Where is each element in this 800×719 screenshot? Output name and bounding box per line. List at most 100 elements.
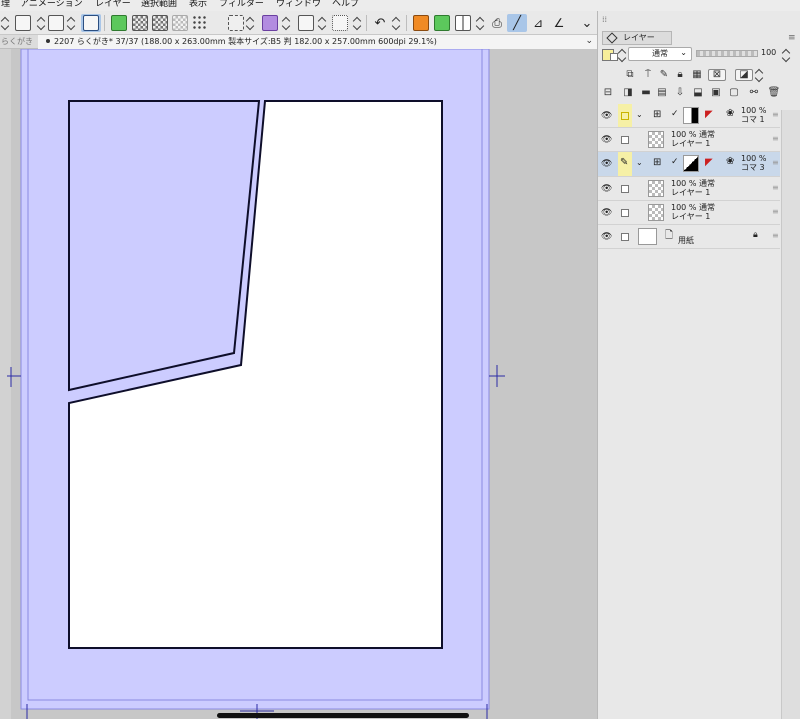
eye-icon[interactable]: 👁︎ (601, 184, 612, 194)
marquee-icon[interactable] (227, 14, 245, 32)
eye-icon[interactable]: 👁︎ (601, 208, 612, 218)
select-invert-icon[interactable] (150, 14, 170, 32)
panel-grip-icon[interactable]: ⁞⁞ (602, 15, 607, 24)
home-indicator[interactable] (217, 713, 469, 718)
lock-layer-icon[interactable]: 🔒︎ (674, 69, 686, 81)
lock-toggle[interactable] (621, 209, 629, 217)
panel-scrollbar[interactable] (781, 110, 800, 719)
layer-name: レイヤー 1 (671, 212, 711, 221)
crop-stepper[interactable] (317, 14, 326, 32)
crop-icon[interactable] (297, 14, 315, 32)
transform-icon[interactable] (331, 14, 349, 32)
lock-toggle[interactable] (621, 233, 629, 241)
menu-selection[interactable]: 選択範囲 (141, 0, 177, 10)
drag-handle-icon[interactable]: ≡ (772, 134, 779, 143)
opacity-slider[interactable] (696, 50, 758, 57)
manga-page[interactable] (0, 49, 597, 719)
transfer-down-icon[interactable]: ⇩ (674, 87, 686, 99)
transform-stepper[interactable] (352, 14, 361, 32)
eye-icon[interactable]: 👁︎ (601, 111, 612, 121)
color-stepper[interactable] (618, 47, 626, 63)
color-stepper[interactable] (281, 14, 290, 32)
blend-mode-select[interactable]: 通常 ⌄ (628, 47, 692, 61)
expand-icon[interactable]: ⌄ (578, 14, 596, 32)
eye-icon[interactable]: 👁︎ (601, 159, 612, 169)
menu-help[interactable]: ヘルプ (332, 0, 359, 10)
menu-filter[interactable]: フィルター (219, 0, 264, 10)
chevron-down-icon[interactable]: ⌄ (636, 158, 643, 167)
pen-snap-icon[interactable]: ╱ (507, 14, 527, 32)
rotate-stepper[interactable] (36, 14, 45, 32)
layer-row[interactable]: 👁︎ 100 % 通常 レイヤー 1 ≡ (598, 201, 780, 225)
menu-view[interactable]: 表示 (189, 0, 207, 10)
new-frame-folder-icon[interactable]: ▤ (656, 87, 668, 99)
layer-orange-icon[interactable] (411, 14, 431, 32)
new-raster-layer-icon[interactable]: ⊟ (602, 87, 614, 99)
grid-dots-icon[interactable] (191, 14, 209, 32)
lock-toggle[interactable] (621, 136, 629, 144)
drag-handle-icon[interactable]: ≡ (772, 183, 779, 192)
layer-row-selected[interactable]: 👁︎ ✎ ⌄ ⊞ ✓ ◤ ❀ 100 % コマ 3 ≡ (598, 152, 780, 177)
tab-active-label: 2207 らくがき* 37/37 (188.00 x 263.00mm 製本サイ… (54, 37, 437, 46)
ruler-icon[interactable]: ⊿ (528, 14, 548, 32)
menu-layer[interactable]: レイヤー (95, 0, 131, 10)
menu-window[interactable]: ウィンドウ (276, 0, 321, 10)
drag-handle-icon[interactable]: ≡ (772, 207, 779, 216)
panel-menu-icon[interactable]: ≡ (788, 33, 796, 43)
ruler-layer-icon[interactable]: ◪ (735, 69, 753, 81)
new-vector-layer-icon[interactable]: ◨ (622, 87, 634, 99)
layer-row[interactable]: 👁︎ 100 % 通常 レイヤー 1 ≡ (598, 128, 780, 152)
eye-icon[interactable]: 👁︎ (601, 135, 612, 145)
lock-toggle[interactable] (621, 185, 629, 193)
opacity-stepper[interactable] (782, 47, 790, 63)
select-all-icon[interactable] (130, 14, 150, 32)
drag-handle-icon[interactable]: ≡ (772, 231, 779, 240)
chevron-down-icon[interactable]: ⌄ (585, 36, 593, 46)
fullscreen-icon[interactable] (81, 14, 101, 32)
mask-icon[interactable]: ⊠ (708, 69, 726, 81)
menu-processing[interactable]: 理 (1, 0, 10, 10)
undo-stepper[interactable] (391, 14, 400, 32)
link-layer-icon[interactable]: ⚯ (748, 87, 760, 99)
trash-icon[interactable]: 🗑︎ (768, 87, 781, 99)
deselect-icon[interactable] (170, 14, 190, 32)
layer-row[interactable]: 👁︎ 🗋︎ 用紙 🔒︎ ≡ (598, 225, 780, 249)
zoom-stepper[interactable] (0, 14, 9, 32)
marquee-stepper[interactable] (245, 14, 254, 32)
color-select-icon[interactable] (261, 14, 279, 32)
paste-layer-icon[interactable] (109, 14, 129, 32)
new-folder-icon[interactable]: ▬ (640, 87, 652, 99)
lock-transparency-icon[interactable]: ▦ (691, 69, 703, 81)
menu-animation[interactable]: アニメーション (20, 0, 83, 10)
opacity-value[interactable]: 100 (761, 48, 776, 57)
tab-active-document[interactable]: 2207 らくがき* 37/37 (188.00 x 263.00mm 製本サイ… (38, 35, 597, 49)
reference-layer-icon[interactable]: ⍑ (642, 69, 654, 81)
tab-layer[interactable]: レイヤー (602, 31, 672, 45)
angle-stepper[interactable] (66, 14, 75, 32)
drag-handle-icon[interactable]: ≡ (772, 110, 779, 119)
fit-icon[interactable] (13, 14, 33, 32)
tab-previous-document[interactable]: らくがき (0, 35, 38, 49)
layer-row[interactable]: 👁︎ 100 % 通常 レイヤー 1 ≡ (598, 177, 780, 201)
ruler2-icon[interactable]: ∠ (549, 14, 569, 32)
drag-handle-icon[interactable]: ≡ (772, 158, 779, 167)
layer-row[interactable]: 👁︎ ⌄ ⊞ ✓ ◤ ❀ 100 % コマ 1 ≡ (598, 104, 780, 128)
lock-toggle[interactable] (621, 112, 629, 120)
eye-icon[interactable]: 👁︎ (601, 232, 612, 242)
canvas-area[interactable] (0, 49, 597, 719)
apply-mask-icon[interactable]: ▢ (728, 87, 740, 99)
table-icon[interactable] (453, 14, 473, 32)
chevron-down-icon[interactable]: ⌄ (636, 110, 643, 119)
clip-layer-icon[interactable]: ⧉ (624, 69, 636, 81)
layers-icon (606, 32, 618, 44)
draft-layer-icon[interactable]: ✎ (658, 69, 670, 81)
panel-frame-1[interactable] (68, 100, 261, 392)
mask-add-icon[interactable]: ▣ (710, 87, 722, 99)
ruler-layer-stepper[interactable] (755, 67, 763, 83)
combine-down-icon[interactable]: ⬓ (692, 87, 704, 99)
print-icon[interactable]: ⎙ (487, 14, 507, 32)
layer-green-icon[interactable] (432, 14, 452, 32)
undo-icon[interactable]: ↶ (371, 14, 389, 32)
rotate-fit-icon[interactable] (46, 14, 66, 32)
print-stepper[interactable] (474, 14, 486, 32)
